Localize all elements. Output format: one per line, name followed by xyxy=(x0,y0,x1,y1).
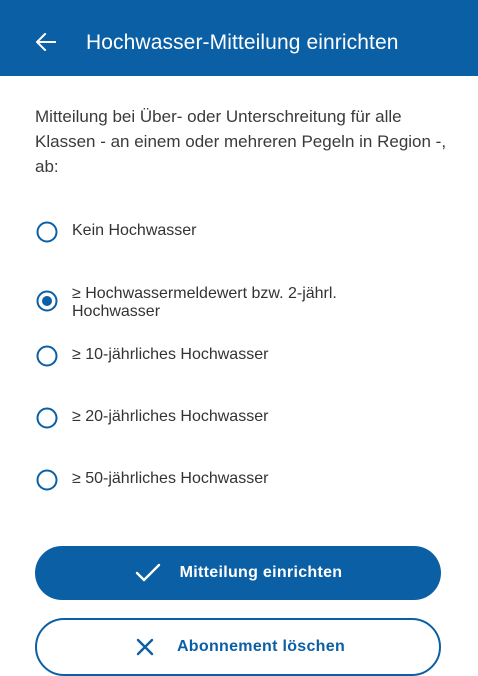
close-icon xyxy=(131,633,159,661)
radio-option-20-jaehrlich[interactable]: ≥ 20-jährliches Hochwasser xyxy=(36,406,402,429)
radio-option-hochwassermeldewert[interactable]: ≥ Hochwassermeldewert bzw. 2-jährl. Hoch… xyxy=(36,283,402,321)
app-bar: Hochwasser-Mitteilung einrichten xyxy=(0,0,478,76)
radio-selected-icon[interactable] xyxy=(36,290,58,312)
radio-option-label: ≥ 50-jährliches Hochwasser xyxy=(72,470,269,487)
check-icon xyxy=(134,559,162,587)
radio-unselected-icon[interactable] xyxy=(36,345,58,367)
radio-option-50-jaehrlich[interactable]: ≥ 50-jährliches Hochwasser xyxy=(36,468,402,491)
radio-option-label: Kein Hochwasser xyxy=(72,222,197,239)
back-button[interactable] xyxy=(26,22,66,62)
radio-unselected-icon[interactable] xyxy=(36,407,58,429)
delete-subscription-button[interactable]: Abonnement löschen xyxy=(35,618,441,676)
radio-option-label: ≥ Hochwassermeldewert bzw. 2-jährl. Hoch… xyxy=(72,285,337,320)
radio-unselected-icon[interactable] xyxy=(36,469,58,491)
arrow-left-icon xyxy=(36,33,56,51)
radio-option-label: ≥ 10-jährliches Hochwasser xyxy=(72,346,269,363)
radio-unselected-icon[interactable] xyxy=(36,221,58,243)
radio-option-10-jaehrlich[interactable]: ≥ 10-jährliches Hochwasser xyxy=(36,344,402,367)
radio-option-kein-hochwasser[interactable]: Kein Hochwasser xyxy=(36,220,402,243)
create-notification-label: Mitteilung einrichten xyxy=(179,564,343,581)
page-title: Hochwasser-Mitteilung einrichten xyxy=(86,31,399,54)
intro-text: Mitteilung bei Über- oder Unterschreitun… xyxy=(35,107,447,176)
delete-subscription-label: Abonnement löschen xyxy=(176,638,346,655)
create-notification-button[interactable]: Mitteilung einrichten xyxy=(35,546,441,600)
radio-option-label: ≥ 20-jährliches Hochwasser xyxy=(72,408,269,425)
